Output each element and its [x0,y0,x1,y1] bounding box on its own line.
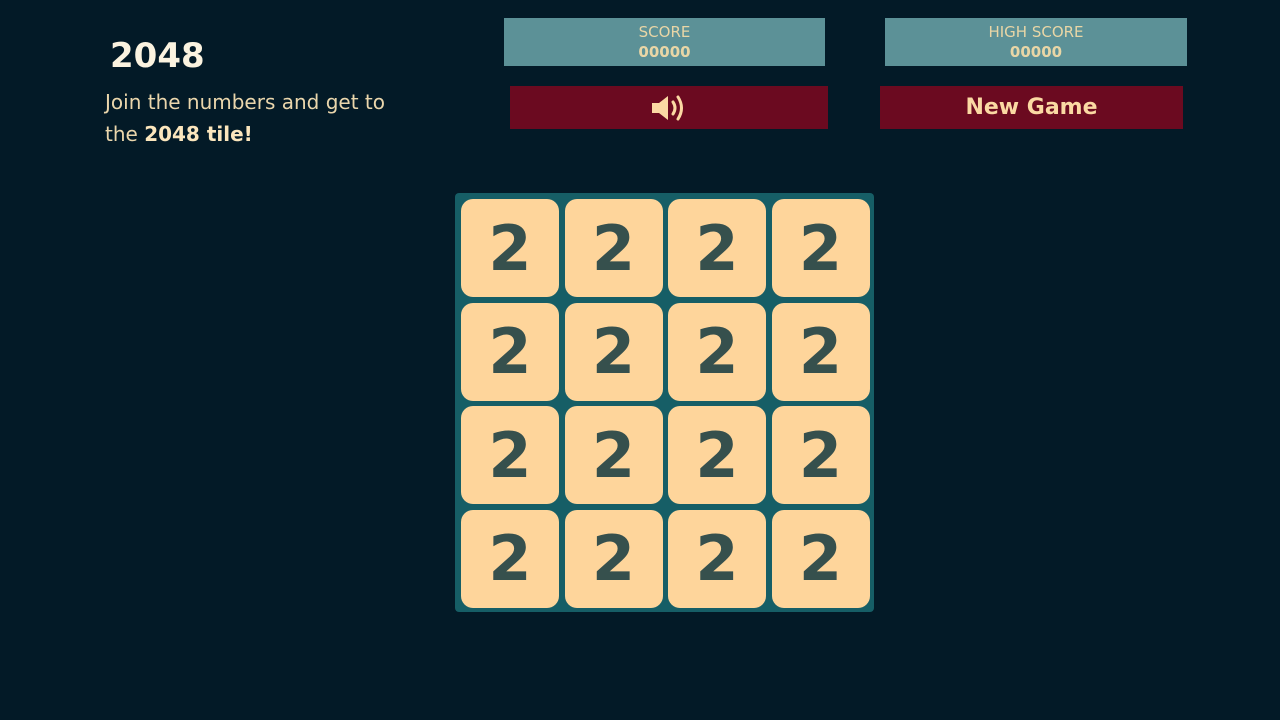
sound-toggle-button[interactable] [510,86,828,129]
tile: 2 [564,199,663,297]
score-label: SCORE [638,23,691,41]
game-title: 2048 [110,36,205,76]
score-box: SCORE 00000 [504,18,825,66]
tile: 2 [771,509,870,608]
tile: 2 [771,406,870,504]
speaker-volume-icon [652,95,683,120]
subtitle-goal: 2048 tile! [144,122,253,146]
tile: 2 [668,509,766,608]
high-score-label: HIGH SCORE [988,23,1084,41]
tile: 2 [668,406,766,504]
tile: 2 [771,199,870,297]
high-score-box: HIGH SCORE 00000 [885,18,1187,66]
tile: 2 [771,302,870,401]
tile: 2 [668,302,766,401]
score-value: 00000 [638,43,691,61]
tile: 2 [564,509,663,608]
tile: 2 [461,302,559,401]
new-game-button[interactable]: New Game [880,86,1183,129]
high-score-value: 00000 [1009,43,1063,61]
tile: 2 [461,406,559,504]
tile: 2 [564,302,663,401]
tile: 2 [564,406,663,504]
tile: 2 [461,199,559,297]
tile: 2 [461,509,559,608]
tile: 2 [668,199,766,297]
game-subtitle: Join the numbers and get to the 2048 til… [105,86,405,150]
game-board[interactable]: 2222222222222222 [455,193,874,612]
